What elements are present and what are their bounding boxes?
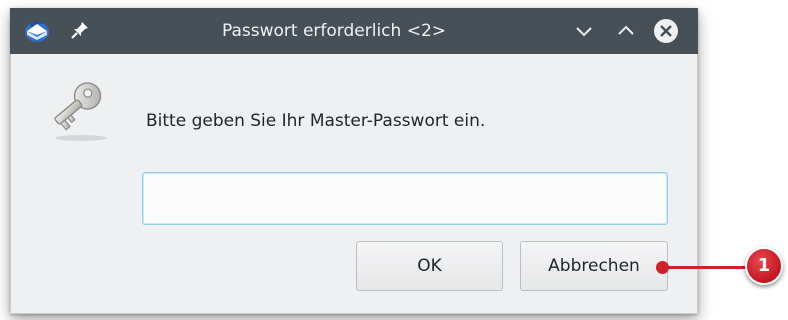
title-bar[interactable]: Passwort erforderlich <2> [10, 8, 698, 54]
callout-dot [656, 261, 669, 274]
prompt-text: Bitte geben Sie Ihr Master-Passwort ein. [146, 111, 486, 131]
password-dialog: Passwort erforderlich <2> Bitte geben Si… [10, 8, 698, 314]
ok-button[interactable]: OK [356, 241, 503, 291]
chevron-up-icon[interactable] [614, 19, 638, 43]
close-icon[interactable] [652, 17, 680, 45]
chevron-down-icon[interactable] [572, 19, 596, 43]
master-password-field[interactable] [142, 172, 668, 225]
cancel-button[interactable]: Abbrechen [520, 241, 668, 291]
callout-line [663, 266, 753, 269]
callout-badge: 1 [745, 247, 783, 285]
key-icon [54, 82, 107, 141]
